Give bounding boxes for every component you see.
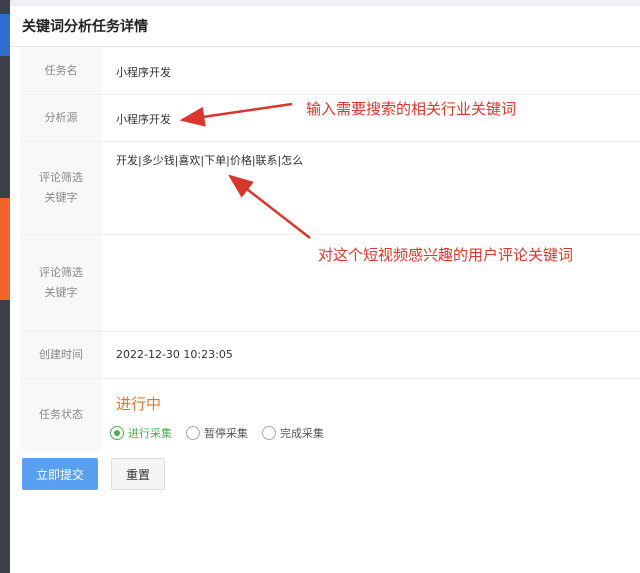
task-name-label: 任务名 [20,48,102,94]
sidebar-active-marker [0,14,10,56]
radio-paused[interactable]: 暂停采集 [186,425,248,441]
filter-1-label: 评论筛选 关键字 [20,142,102,234]
page-title: 关键词分析任务详情 [22,19,148,35]
filter-1-textarea[interactable]: 开发|多少钱|喜欢|下单|价格|联系|怎么 [116,152,303,168]
reset-button[interactable]: 重置 [111,458,165,490]
source-input[interactable]: 小程序开发 [116,111,171,127]
status-radio-group: 进行采集 暂停采集 完成采集 [110,425,324,441]
annotation-industry-keywords: 输入需要搜索的相关行业关键词 [306,100,517,118]
radio-checked-icon [110,426,124,440]
radio-collecting[interactable]: 进行采集 [110,425,172,441]
created-time-value: 2022-12-30 10:23:05 [116,348,233,361]
sidebar-accent-marker [0,198,10,300]
task-name-value: 小程序开发 [116,66,171,79]
annotation-comment-keywords: 对这个短视频感兴趣的用户评论关键词 [318,246,574,264]
status-text: 进行中 [116,395,162,413]
panel-header: 关键词分析任务详情 [10,6,640,47]
radio-unchecked-icon [186,426,200,440]
filter-2-label: 评论筛选 关键字 [20,235,102,331]
created-time-label: 创建时间 [20,332,102,378]
submit-button[interactable]: 立即提交 [22,458,98,490]
row-task-status: 任务状态 进行中 进行采集 暂停采集 完成采集 [20,379,640,451]
source-label: 分析源 [20,95,102,141]
row-filter-1: 评论筛选 关键字 开发|多少钱|喜欢|下单|价格|联系|怎么 [20,142,640,235]
row-task-name: 任务名 小程序开发 [20,48,640,95]
radio-completed[interactable]: 完成采集 [262,425,324,441]
row-created-time: 创建时间 2022-12-30 10:23:05 [20,332,640,379]
radio-unchecked-icon [262,426,276,440]
task-detail-panel: 关键词分析任务详情 任务名 小程序开发 分析源 小程序开发 评论筛选 关键字 开发… [10,6,640,573]
task-status-label: 任务状态 [20,379,102,451]
